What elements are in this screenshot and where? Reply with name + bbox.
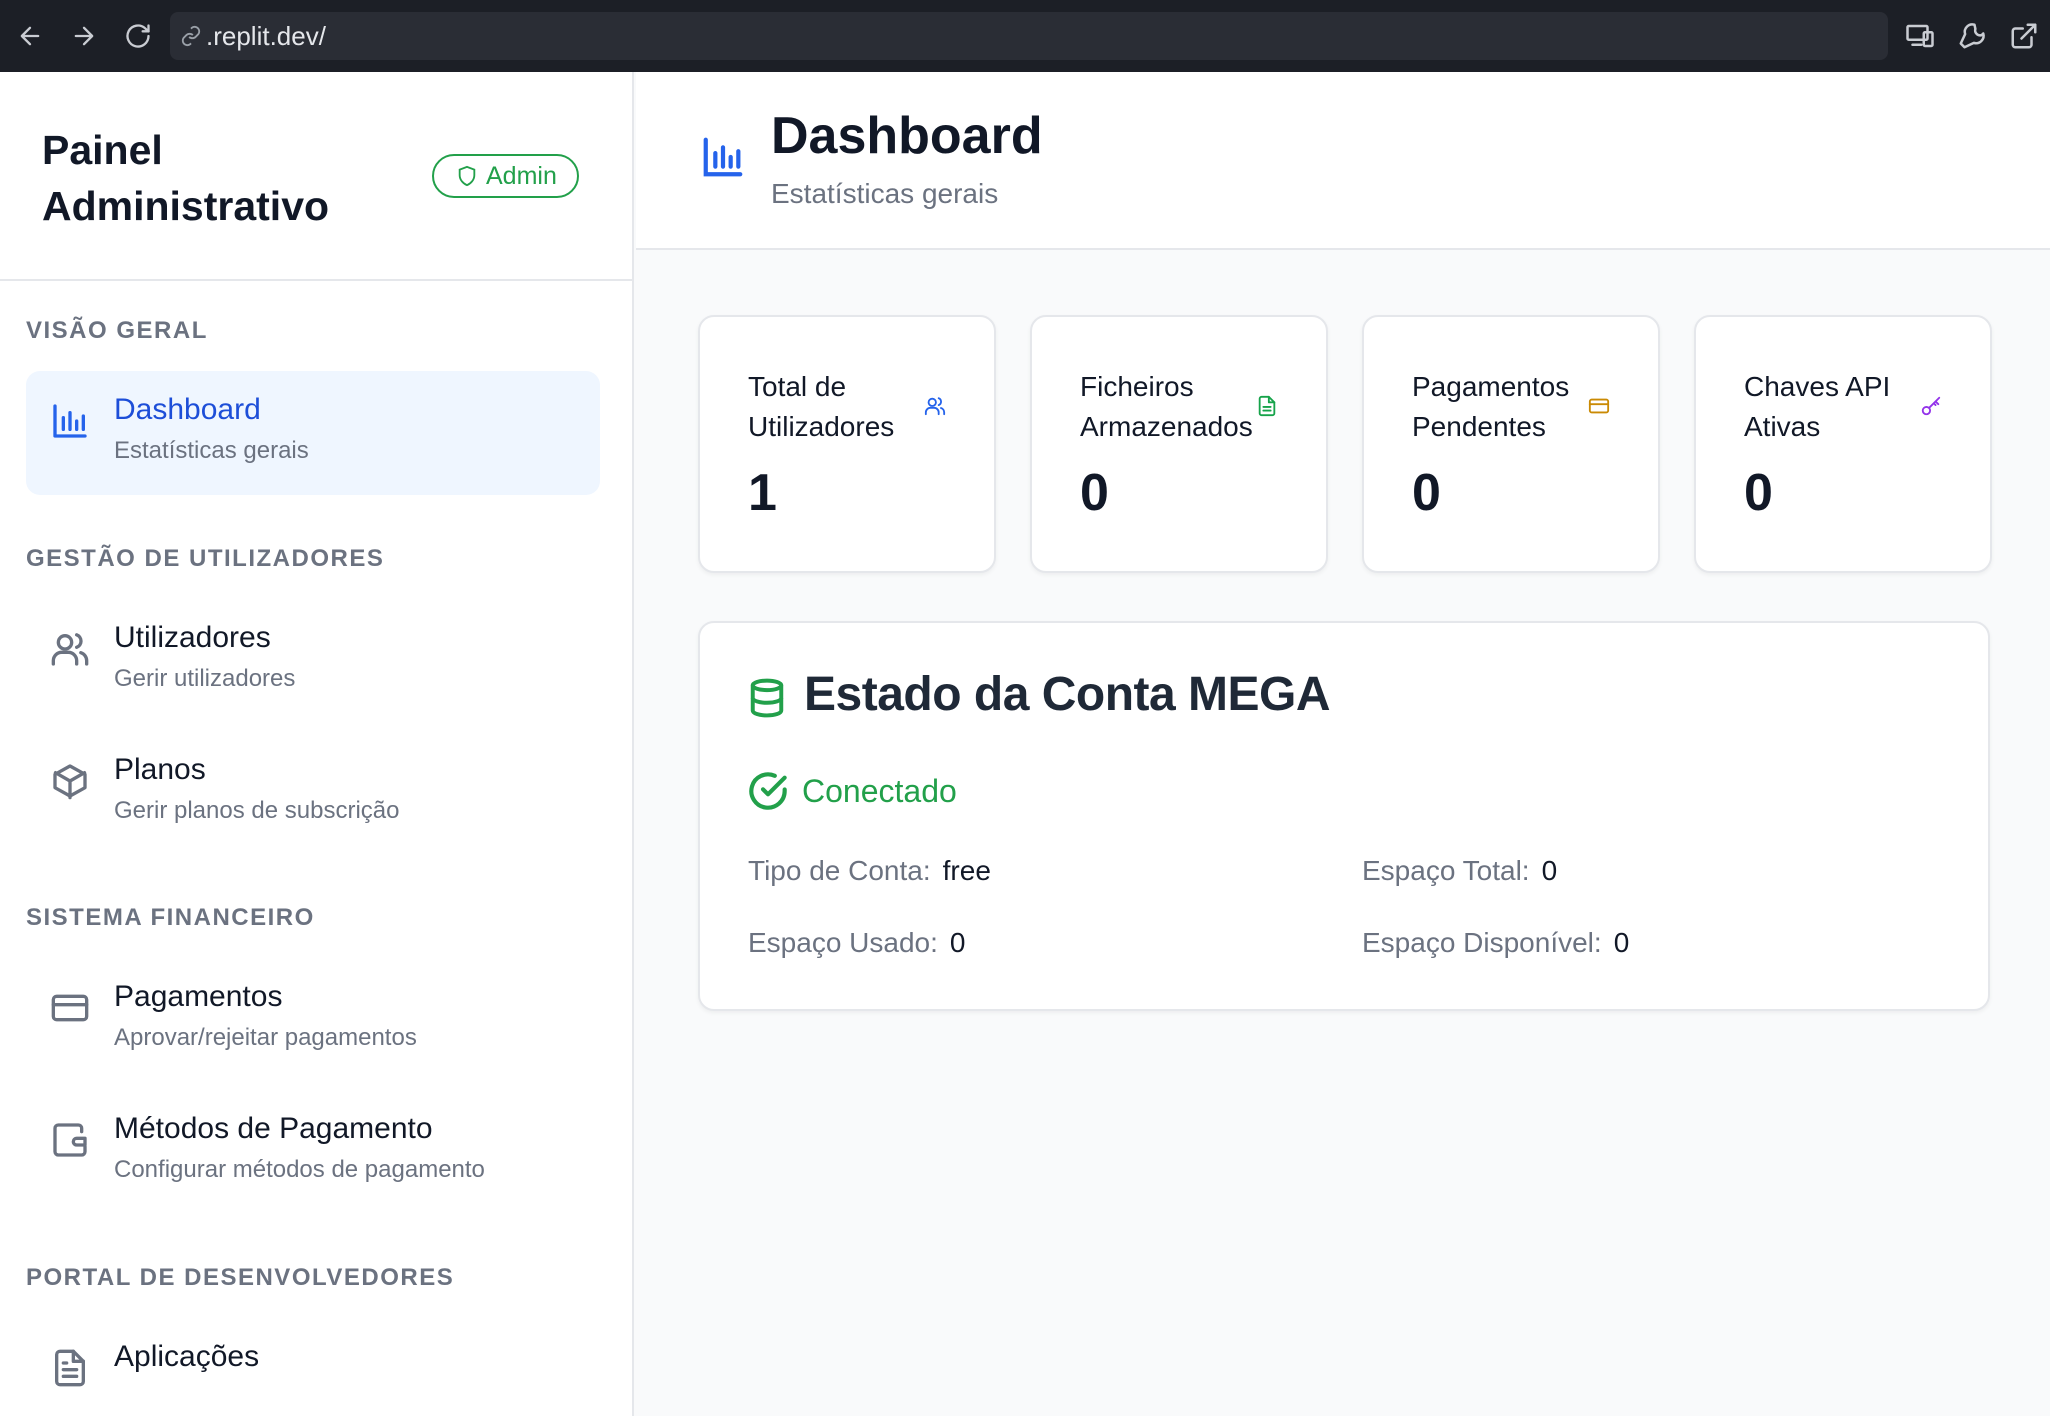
account-type-value: free	[942, 855, 991, 886]
account-type-label: Tipo de Conta:	[748, 855, 931, 886]
reload-button[interactable]	[118, 16, 158, 56]
external-link-icon	[2011, 23, 2037, 49]
stat-value: 0	[1080, 464, 1109, 522]
stat-label: Ficheiros Armazenados	[1080, 371, 1253, 442]
sidebar: Painel Administrativo Admin VISÃO GERAL …	[0, 72, 634, 1416]
key-icon	[1920, 395, 1942, 417]
open-external-button[interactable]	[2004, 16, 2044, 56]
space-available-value: 0	[1613, 927, 1630, 958]
space-available-info: Espaço Disponível: 0	[1362, 927, 1629, 959]
sidebar-item-label: Utilizadores	[114, 621, 271, 654]
sidebar-item-planos[interactable]: Planos Gerir planos de subscrição	[26, 731, 600, 855]
page-header: Dashboard Estatísticas gerais	[636, 72, 2050, 250]
devices-icon	[1906, 24, 1934, 48]
stat-card-users: Total de Utilizadores 1	[698, 315, 996, 573]
stat-value: 0	[1412, 464, 1441, 522]
stat-label: Total de Utilizadores	[748, 371, 895, 442]
space-used-label: Espaço Usado:	[748, 927, 938, 958]
mega-card-title: Estado da Conta MEGA	[804, 668, 1331, 721]
connection-status: Conectado	[748, 771, 957, 811]
devices-button[interactable]	[1900, 16, 1940, 56]
stat-card-pending-payments: Pagamentos Pendentes 0	[1362, 315, 1660, 573]
sidebar-item-utilizadores[interactable]: Utilizadores Gerir utilizadores	[26, 599, 600, 723]
sidebar-item-aplicacoes[interactable]: Aplicações	[26, 1318, 600, 1416]
section-label-gestao-utilizadores: GESTÃO DE UTILIZADORES	[26, 545, 385, 572]
credit-card-icon	[50, 988, 90, 1028]
space-total-value: 0	[1541, 855, 1558, 886]
bar-chart-icon	[50, 401, 90, 441]
admin-badge: Admin	[432, 154, 579, 198]
wrench-icon	[1959, 23, 1985, 49]
shield-icon	[458, 165, 476, 187]
sidebar-item-label: Dashboard	[114, 393, 261, 426]
connection-status-text: Conectado	[802, 772, 957, 809]
section-label-sistema-financeiro: SISTEMA FINANCEIRO	[26, 904, 315, 931]
sidebar-item-label: Pagamentos	[114, 980, 283, 1013]
credit-card-icon	[1588, 395, 1610, 417]
space-available-label: Espaço Disponível:	[1362, 927, 1602, 958]
url-text: .replit.dev/	[206, 20, 326, 51]
page-title: Dashboard	[771, 107, 1043, 165]
link-icon	[181, 25, 201, 47]
forward-button[interactable]	[64, 16, 104, 56]
stat-label: Pagamentos Pendentes	[1412, 371, 1570, 442]
arrow-left-icon	[20, 26, 40, 46]
address-bar[interactable]: .replit.dev/	[170, 12, 1888, 60]
reload-icon	[126, 24, 150, 48]
account-type-info: Tipo de Conta: free	[748, 855, 991, 887]
stat-value: 0	[1744, 464, 1773, 522]
space-used-value: 0	[949, 927, 966, 958]
app-title: Painel Administrativo	[42, 127, 330, 229]
users-icon	[50, 629, 90, 669]
devtools-button[interactable]	[1952, 16, 1992, 56]
database-icon	[748, 677, 786, 719]
sidebar-item-description: Configurar métodos de pagamento	[114, 1156, 485, 1183]
file-icon	[1256, 395, 1278, 417]
section-label-visao-geral: VISÃO GERAL	[26, 317, 208, 344]
bar-chart-icon	[700, 134, 746, 180]
stat-card-api-keys: Chaves API Ativas 0	[1694, 315, 1992, 573]
browser-toolbar: .replit.dev/	[0, 0, 2050, 72]
sidebar-item-metodos-pagamento[interactable]: Métodos de Pagamento Configurar métodos …	[26, 1090, 600, 1214]
arrow-right-icon	[74, 26, 94, 46]
sidebar-item-dashboard[interactable]: Dashboard Estatísticas gerais	[26, 371, 600, 495]
section-label-portal-desenvolvedores: PORTAL DE DESENVOLVEDORES	[26, 1264, 455, 1291]
sidebar-item-description: Aprovar/rejeitar pagamentos	[114, 1024, 417, 1051]
back-button[interactable]	[10, 16, 50, 56]
package-icon	[50, 761, 90, 801]
stat-card-files: Ficheiros Armazenados 0	[1030, 315, 1328, 573]
stat-value: 1	[748, 464, 777, 522]
main-content: Dashboard Estatísticas gerais Total de U…	[636, 72, 2050, 1416]
space-total-label: Espaço Total:	[1362, 855, 1530, 886]
space-used-info: Espaço Usado: 0	[748, 927, 965, 959]
file-text-icon	[50, 1348, 90, 1388]
wallet-icon	[50, 1120, 90, 1160]
sidebar-item-description: Estatísticas gerais	[114, 437, 309, 464]
users-icon	[924, 395, 946, 417]
admin-badge-label: Admin	[486, 161, 557, 190]
check-circle-icon	[749, 772, 787, 810]
sidebar-item-description: Gerir utilizadores	[114, 665, 296, 692]
sidebar-item-description: Gerir planos de subscrição	[114, 797, 400, 824]
sidebar-item-label: Planos	[114, 753, 206, 786]
space-total-info: Espaço Total: 0	[1362, 855, 1557, 887]
sidebar-item-label: Aplicações	[114, 1340, 260, 1373]
sidebar-item-pagamentos[interactable]: Pagamentos Aprovar/rejeitar pagamentos	[26, 958, 600, 1082]
sidebar-header: Painel Administrativo Admin	[0, 72, 632, 281]
sidebar-item-label: Métodos de Pagamento	[114, 1112, 433, 1145]
stat-label: Chaves API Ativas	[1744, 371, 1891, 442]
browser-tools	[1888, 16, 2044, 56]
page-subtitle: Estatísticas gerais	[771, 178, 999, 209]
mega-account-card: Estado da Conta MEGA Conectado Tipo de C…	[698, 621, 1990, 1011]
